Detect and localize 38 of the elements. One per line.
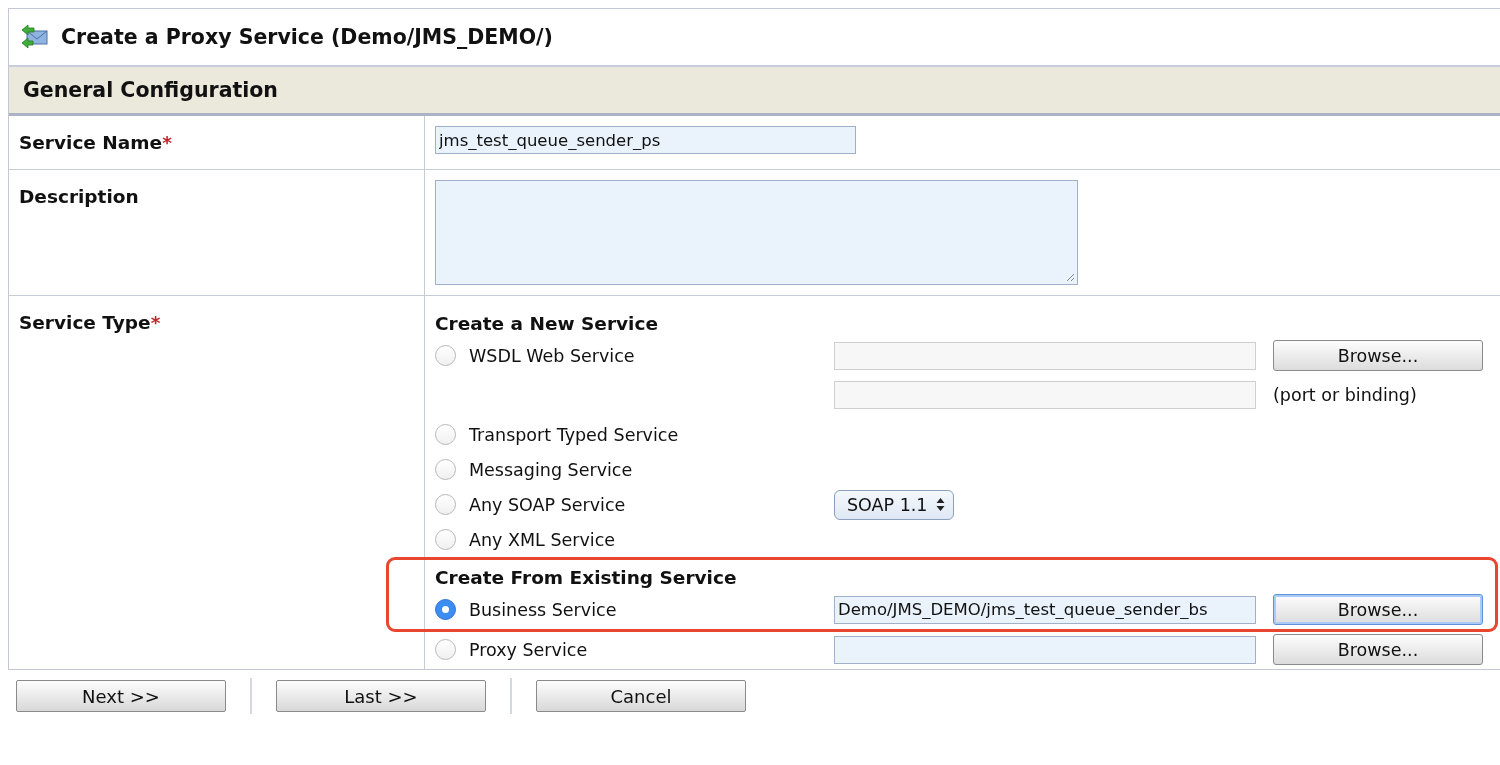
section-title: General Configuration xyxy=(23,78,278,102)
radio-button[interactable] xyxy=(435,494,456,515)
form-button[interactable]: Last >> xyxy=(276,680,486,712)
option-label: Messaging Service xyxy=(469,459,633,480)
text-field[interactable]: Demo/JMS_DEMO/jms_test_queue_sender_bs xyxy=(834,595,1256,624)
field-hint: (port or binding) xyxy=(1273,385,1418,405)
resize-grip-icon[interactable] xyxy=(1065,272,1075,282)
radio-button[interactable] xyxy=(435,639,456,660)
option-label: Any SOAP Service xyxy=(469,494,626,515)
service-name-field[interactable]: jms_test_queue_sender_ps xyxy=(435,126,856,154)
window-title: Create a Proxy Service (Demo/JMS_DEMO/) xyxy=(61,25,553,49)
group-heading: Create From Existing Service xyxy=(435,565,738,590)
required-mark: * xyxy=(150,312,161,333)
select-dropdown[interactable]: SOAP 1.1 xyxy=(834,489,954,520)
field-label: Description xyxy=(19,186,139,207)
form-button[interactable]: Next >> xyxy=(16,680,226,712)
option-label: Any XML Service xyxy=(469,529,616,550)
browse-button[interactable]: Browse... xyxy=(1273,340,1483,371)
group-heading: Create a New Service xyxy=(435,311,659,336)
radio-button[interactable] xyxy=(435,529,456,550)
option-label: Business Service xyxy=(469,599,617,620)
option-label: WSDL Web Service xyxy=(469,345,635,366)
radio-button[interactable] xyxy=(435,424,456,445)
up-down-arrows-icon xyxy=(935,497,945,512)
description-field[interactable] xyxy=(435,180,1078,285)
field-label: Service Name xyxy=(19,132,163,153)
field-label: Service Type xyxy=(19,312,151,333)
radio-button[interactable] xyxy=(435,459,456,480)
option-label: Transport Typed Service xyxy=(469,424,679,445)
option-label: Proxy Service xyxy=(469,639,588,660)
text-field[interactable] xyxy=(834,635,1256,664)
envelope-arrows-icon xyxy=(21,24,49,50)
radio-button[interactable] xyxy=(435,345,456,366)
form-button[interactable]: Cancel xyxy=(536,680,746,712)
browse-button[interactable]: Browse... xyxy=(1273,634,1483,665)
radio-button[interactable] xyxy=(435,599,456,620)
browse-button[interactable]: Browse... xyxy=(1273,594,1483,625)
required-mark: * xyxy=(162,132,172,153)
